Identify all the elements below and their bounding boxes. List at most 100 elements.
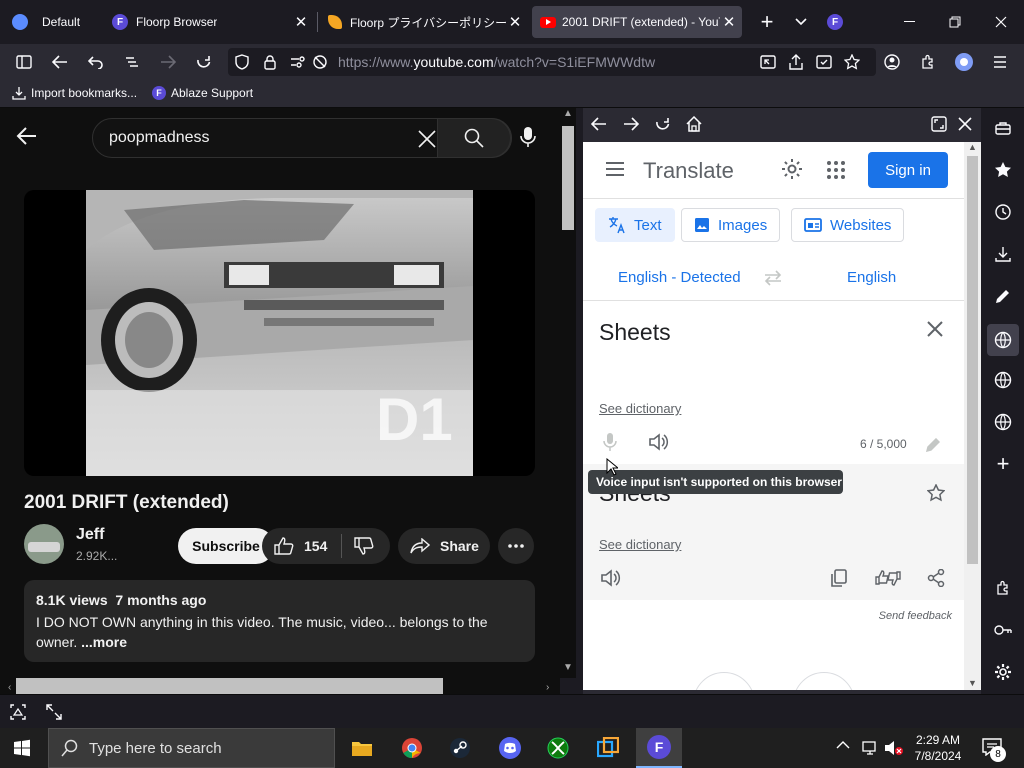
close-window-button[interactable]: [986, 8, 1016, 36]
taskbar-search-box[interactable]: Type here to search: [48, 728, 335, 768]
microphone-icon[interactable]: [520, 126, 536, 148]
url-bar[interactable]: https://www.youtube.com/watch?v=S1iEFMWW…: [228, 48, 876, 76]
show-more-link[interactable]: ...more: [81, 634, 127, 650]
horizontal-scrollbar[interactable]: ‹ ›: [8, 678, 550, 694]
target-language-button[interactable]: English: [847, 269, 896, 286]
xbox-app-icon[interactable]: [538, 732, 578, 764]
close-tab-icon[interactable]: ✕: [506, 13, 524, 31]
account-icon[interactable]: [880, 50, 904, 74]
back-arrow-icon[interactable]: [16, 126, 38, 146]
tab-youtube-active[interactable]: 2001 DRIFT (extended) - YouTube ✕: [532, 6, 742, 38]
web-panel-add-icon[interactable]: [812, 50, 836, 74]
new-tab-button[interactable]: +: [752, 8, 782, 36]
import-bookmarks-link[interactable]: Import bookmarks...: [12, 86, 137, 100]
snipping-tool-icon[interactable]: [588, 732, 628, 764]
channel-name[interactable]: Jeff: [76, 526, 104, 544]
fullscreen-expand-icon[interactable]: [46, 704, 62, 720]
file-explorer-icon[interactable]: [342, 732, 382, 764]
extensions-icon[interactable]: [916, 50, 940, 74]
tab-floorp-browser[interactable]: F Floorp Browser ✕: [104, 6, 314, 38]
web-panel-globe-icon[interactable]: [991, 368, 1015, 392]
description-box[interactable]: 8.1K views 7 months ago I DO NOT OWN any…: [24, 580, 535, 662]
tracking-blocked-icon[interactable]: [308, 50, 332, 74]
source-language-button[interactable]: English - Detected: [618, 269, 741, 286]
discord-icon[interactable]: [490, 732, 530, 764]
workspace-button[interactable]: Default: [4, 6, 92, 38]
saved-button[interactable]: [793, 672, 855, 690]
web-panel-globe-icon[interactable]: [991, 410, 1015, 434]
sign-in-button[interactable]: Sign in: [868, 152, 948, 188]
passwords-key-icon[interactable]: [991, 618, 1015, 642]
tree-tabs-icon[interactable]: [120, 50, 144, 74]
downloads-icon[interactable]: [991, 242, 1015, 266]
permissions-icon[interactable]: [286, 50, 310, 74]
output-see-dictionary-link[interactable]: See dictionary: [599, 537, 681, 552]
screenshot-icon[interactable]: [10, 704, 26, 720]
floorp-taskbar-icon[interactable]: F: [636, 728, 682, 768]
clear-search-icon[interactable]: [417, 129, 437, 149]
copy-translation-icon[interactable]: [831, 569, 847, 587]
share-button[interactable]: Share: [398, 528, 490, 564]
bookmark-star-icon[interactable]: [840, 50, 864, 74]
share-translation-icon[interactable]: [927, 569, 945, 587]
tab-list-button[interactable]: [786, 8, 816, 36]
restore-button[interactable]: [940, 8, 970, 36]
volume-muted-icon[interactable]: [884, 740, 904, 756]
search-button[interactable]: [437, 118, 511, 158]
settings-gear-icon[interactable]: [991, 660, 1015, 684]
notes-pen-icon[interactable]: [991, 284, 1015, 308]
undo-close-tab-icon[interactable]: [84, 50, 108, 74]
channel-avatar[interactable]: [24, 524, 64, 564]
forward-button[interactable]: [156, 50, 180, 74]
network-icon[interactable]: [862, 740, 880, 756]
see-dictionary-link[interactable]: See dictionary: [599, 401, 681, 416]
sidebar-back-icon[interactable]: [591, 117, 607, 131]
panel-scrollbar[interactable]: ▲ ▼: [964, 142, 981, 690]
main-menu-icon[interactable]: [605, 162, 625, 176]
dislike-button[interactable]: [354, 537, 374, 555]
voice-input-icon[interactable]: [603, 432, 617, 452]
minimize-button[interactable]: [894, 8, 924, 36]
video-player[interactable]: D1: [24, 190, 535, 476]
history-button[interactable]: [693, 672, 755, 690]
sidebar-toggle-icon[interactable]: [12, 50, 36, 74]
send-feedback-link[interactable]: Send feedback: [879, 610, 952, 622]
like-button[interactable]: 154: [274, 537, 327, 555]
more-actions-button[interactable]: [498, 528, 534, 564]
save-translation-star-icon[interactable]: [927, 484, 945, 502]
hamburger-menu-icon[interactable]: [988, 50, 1012, 74]
rate-translation-icon[interactable]: [875, 569, 901, 587]
lock-icon[interactable]: [258, 50, 282, 74]
listen-translation-icon[interactable]: [601, 569, 621, 587]
listen-source-icon[interactable]: [649, 433, 669, 451]
picture-in-picture-icon[interactable]: [756, 50, 780, 74]
toolbox-icon[interactable]: [991, 116, 1015, 140]
mode-tab-text[interactable]: Text: [595, 208, 675, 242]
close-tab-icon[interactable]: ✕: [720, 13, 738, 31]
sidebar-reload-icon[interactable]: [655, 116, 671, 132]
addons-puzzle-icon[interactable]: [991, 576, 1015, 600]
reload-button[interactable]: [192, 50, 216, 74]
subscribe-button[interactable]: Subscribe: [178, 528, 274, 564]
history-clock-icon[interactable]: [991, 200, 1015, 224]
horizontal-scroll-thumb[interactable]: [16, 678, 443, 694]
share-page-icon[interactable]: [784, 50, 808, 74]
source-text-input[interactable]: Sheets: [599, 319, 671, 346]
chrome-icon[interactable]: [392, 732, 432, 764]
sidebar-expand-icon[interactable]: [931, 116, 947, 132]
page-vertical-scrollbar[interactable]: ▲ ▼: [560, 108, 576, 678]
tab-floorp-privacy[interactable]: Floorp プライバシーポリシー ✕: [320, 6, 528, 38]
edit-pencil-icon[interactable]: [926, 438, 940, 452]
search-query[interactable]: poopmadness: [109, 129, 210, 147]
system-clock[interactable]: 2:29 AM 7/8/2024: [912, 732, 964, 764]
sidebar-close-icon[interactable]: [958, 117, 972, 131]
clear-source-icon[interactable]: [927, 321, 943, 337]
mode-tab-images[interactable]: Images: [681, 208, 781, 242]
back-button[interactable]: [48, 50, 72, 74]
shield-icon[interactable]: [230, 50, 254, 74]
floorp-menu-icon[interactable]: F: [820, 8, 850, 36]
profile-avatar-icon[interactable]: [952, 50, 976, 74]
steam-icon[interactable]: [440, 732, 480, 764]
web-panel-translate-icon[interactable]: [987, 324, 1019, 356]
add-panel-plus-icon[interactable]: +: [991, 451, 1015, 476]
